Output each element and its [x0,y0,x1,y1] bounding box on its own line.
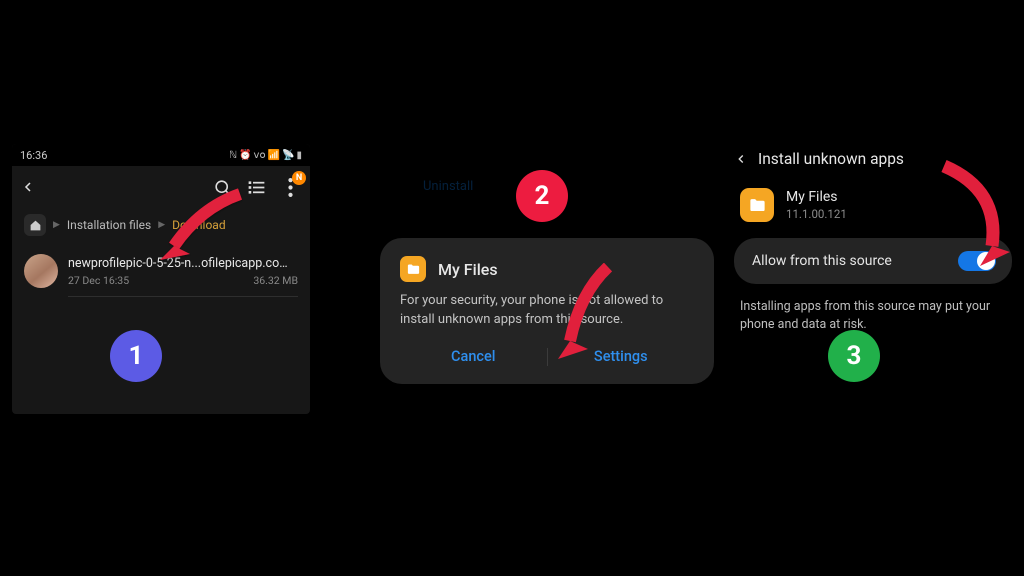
dimmed-uninstall-button: Uninstall [423,179,473,194]
signal-icon: 📶 [268,150,280,161]
dialog-title: My Files [438,260,498,279]
dialog-actions: Cancel Settings [400,348,694,376]
status-bar: 16:36 ℕ ⏰ 𝗏𝗈 📶 📡 ▮ [12,144,310,166]
file-manager-screen: 16:36 ℕ ⏰ 𝗏𝗈 📶 📡 ▮ N ▶ Installatio [12,144,310,414]
more-icon[interactable]: N [278,175,302,199]
clock-text: 16:36 [20,149,47,162]
step-number: 1 [129,341,144,371]
toggle-knob [977,252,995,270]
toggle-switch[interactable] [958,251,996,271]
back-icon[interactable] [734,152,748,166]
notification-badge: N [292,171,306,185]
allow-source-row[interactable]: Allow from this source [734,238,1012,284]
wifi-icon: 📡 [282,150,294,161]
nfc-icon: ℕ [229,150,237,161]
step-number: 2 [535,181,550,211]
breadcrumb-level2[interactable]: Download [172,218,225,232]
chevron-right-icon: ▶ [53,220,60,230]
folder-icon [400,256,426,282]
step-badge-2: 2 [516,170,568,222]
breadcrumb: ▶ Installation files ▶ Download [12,208,310,246]
file-meta: newprofilepic-0-5-25-n...ofilepicapp.com… [68,256,298,287]
step-number: 3 [847,341,862,371]
file-name: newprofilepic-0-5-25-n...ofilepicapp.com… [68,256,298,271]
status-icons: ℕ ⏰ 𝗏𝗈 📶 📡 ▮ [229,150,302,161]
dialog-body: For your security, your phone is not all… [400,292,694,330]
file-date: 27 Dec 16:35 [68,274,129,287]
install-unknown-apps-screen: Install unknown apps My Files 11.1.00.12… [734,150,1012,334]
screen-header: Install unknown apps [734,150,1012,168]
chevron-right-icon: ▶ [158,220,165,230]
allow-source-label: Allow from this source [752,253,892,269]
warning-text: Installing apps from this source may put… [734,298,1012,334]
top-bar: N [12,166,310,208]
file-list-item[interactable]: newprofilepic-0-5-25-n...ofilepicapp.com… [12,246,310,296]
battery-icon: ▮ [296,150,302,161]
file-thumbnail [24,254,58,288]
breadcrumb-level1[interactable]: Installation files [67,218,151,232]
home-icon[interactable] [24,214,46,236]
step-badge-1: 1 [110,330,162,382]
view-list-icon[interactable] [244,175,268,199]
app-version: 11.1.00.121 [786,207,847,221]
step-badge-3: 3 [828,330,880,382]
divider [68,296,298,297]
screen-title: Install unknown apps [758,150,904,168]
app-info: My Files 11.1.00.121 [734,188,1012,222]
back-icon[interactable] [20,179,36,195]
file-size: 36.32 MB [253,274,298,287]
alarm-icon: ⏰ [239,150,251,161]
cancel-button[interactable]: Cancel [400,348,547,365]
app-name: My Files [786,189,847,205]
volte-icon: 𝗏𝗈 [254,150,266,161]
dialog-header: My Files [400,256,694,282]
folder-icon [740,188,774,222]
search-icon[interactable] [210,175,234,199]
security-dialog: My Files For your security, your phone i… [380,238,714,384]
settings-button[interactable]: Settings [548,348,695,365]
